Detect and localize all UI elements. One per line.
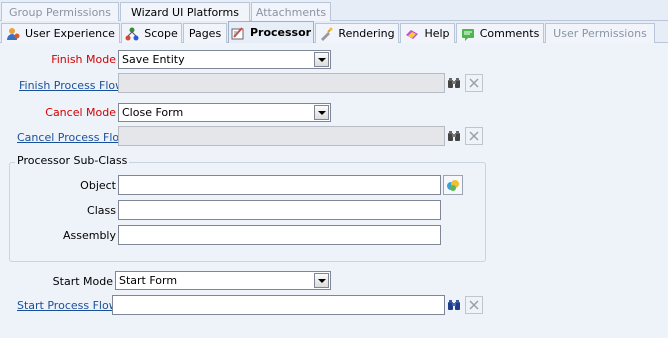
- object-picker-icon[interactable]: [443, 175, 463, 195]
- start-mode-select[interactable]: Start Form: [115, 271, 331, 290]
- tab-user-experience[interactable]: User Experience: [1, 23, 120, 43]
- binoculars-icon[interactable]: [445, 127, 463, 145]
- finish-process-flow-link[interactable]: Finish Process Flow: [19, 79, 124, 92]
- tab-user-permissions[interactable]: User Permissions: [545, 23, 655, 43]
- cancel-process-flow-link[interactable]: Cancel Process Flow: [17, 131, 128, 144]
- tab-help[interactable]: Help: [400, 23, 455, 43]
- object-input[interactable]: [118, 175, 441, 195]
- cancel-mode-label: Cancel Mode: [45, 106, 116, 119]
- start-mode-label: Start Mode: [52, 275, 113, 288]
- help-icon: [405, 27, 419, 41]
- tab-user-permissions-label: User Permissions: [553, 27, 647, 40]
- tab-comments-label: Comments: [479, 27, 540, 40]
- cancel-process-flow-field[interactable]: [118, 126, 445, 146]
- comments-icon: [461, 27, 475, 41]
- chevron-down-icon[interactable]: [314, 52, 329, 67]
- clear-icon[interactable]: [465, 296, 483, 314]
- user-experience-icon: [6, 27, 20, 41]
- tab-rendering[interactable]: Rendering: [315, 23, 399, 43]
- tab-wizard-ui-platforms[interactable]: Wizard UI Platforms: [120, 2, 250, 21]
- finish-mode-value: Save Entity: [122, 53, 185, 66]
- tab-rendering-label: Rendering: [338, 27, 395, 40]
- tab-comments[interactable]: Comments: [456, 23, 544, 43]
- assembly-input[interactable]: [118, 225, 441, 245]
- tab-processor-label: Processor: [249, 26, 312, 39]
- tab-row-secondary: Group Permissions Wizard UI Platforms At…: [0, 0, 668, 21]
- scope-icon: [125, 27, 139, 41]
- start-process-flow-field[interactable]: [112, 295, 445, 315]
- tab-pages-label: Pages: [188, 27, 222, 40]
- finish-mode-label: Finish Mode: [51, 53, 116, 66]
- class-input[interactable]: [118, 200, 441, 220]
- class-label: Class: [87, 204, 116, 217]
- chevron-down-icon[interactable]: [314, 273, 329, 288]
- finish-mode-select[interactable]: Save Entity: [118, 50, 331, 69]
- tab-row-primary: User Experience Scope Pages Processor Re…: [0, 21, 668, 43]
- tab-help-label: Help: [424, 27, 450, 40]
- start-process-flow-link[interactable]: Start Process Flow: [17, 299, 118, 312]
- tab-scope[interactable]: Scope: [121, 23, 182, 43]
- object-label: Object: [80, 179, 116, 192]
- tab-attachments[interactable]: Attachments: [251, 2, 331, 21]
- chevron-down-icon[interactable]: [314, 105, 329, 120]
- binoculars-icon[interactable]: [445, 296, 463, 314]
- processor-icon: [231, 26, 245, 40]
- tab-pages[interactable]: Pages: [183, 23, 227, 43]
- tab-user-experience-label: User Experience: [25, 27, 115, 40]
- clear-icon[interactable]: [465, 74, 483, 92]
- binoculars-icon[interactable]: [445, 74, 463, 92]
- cancel-mode-value: Close Form: [122, 106, 184, 119]
- tab-processor[interactable]: Processor: [228, 21, 314, 43]
- processor-subclass-title: Processor Sub-Class: [15, 154, 130, 167]
- finish-process-flow-field[interactable]: [118, 73, 445, 93]
- cancel-mode-select[interactable]: Close Form: [118, 103, 331, 122]
- clear-icon[interactable]: [465, 127, 483, 145]
- rendering-icon: [319, 27, 333, 41]
- start-mode-value: Start Form: [119, 274, 178, 287]
- assembly-label: Assembly: [62, 229, 116, 242]
- tab-scope-label: Scope: [144, 27, 178, 40]
- tab-group-permissions[interactable]: Group Permissions: [1, 2, 119, 21]
